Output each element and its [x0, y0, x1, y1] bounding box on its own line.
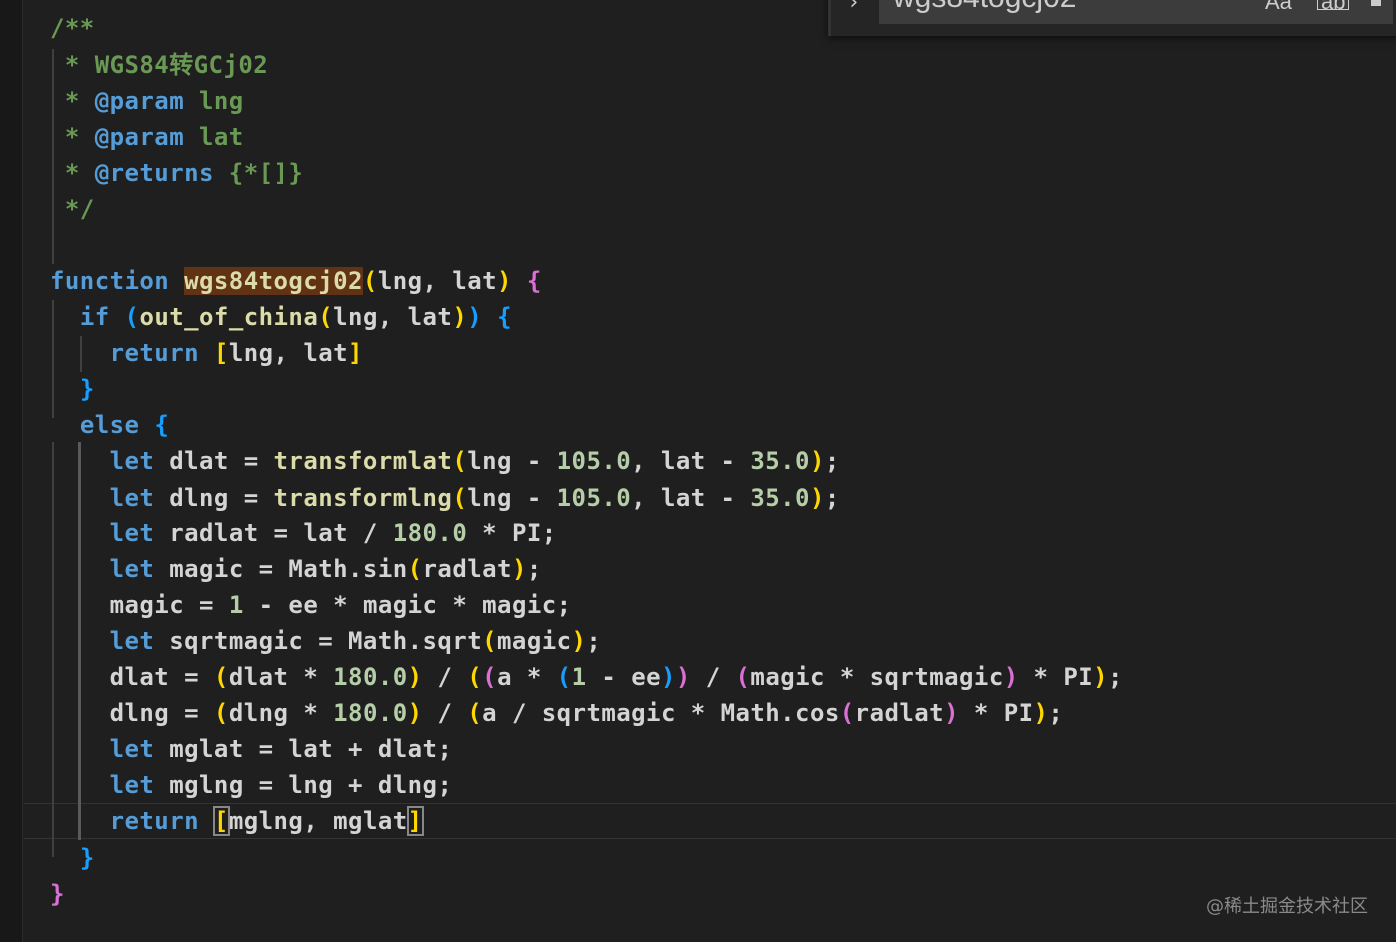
code-line-11: } — [79, 375, 95, 403]
code-line-15: let radlat = lat / 180.0 * PI; — [109, 519, 557, 547]
code-line-22: let mglng = lng + dlng; — [109, 771, 453, 799]
code-line-5: * @returns {*[]} — [50, 159, 304, 187]
code-line-24: } — [79, 844, 95, 872]
code-line-13: let dlat = transformlat(lng - 105.0, lat… — [109, 447, 840, 475]
editor-gutter — [0, 0, 22, 942]
code-line-14: let dlng = transformlng(lng - 105.0, lat… — [109, 484, 840, 512]
bracket-match-open: [ — [212, 806, 230, 836]
match-case-toggle[interactable]: Aa — [1265, 0, 1292, 13]
code-line-1: /** — [50, 14, 95, 42]
code-line-21: let mglat = lat + dlat; — [109, 735, 453, 763]
code-line-20: dlng = (dlng * 180.0) / (a / sqrtmagic *… — [109, 699, 1064, 727]
code-line-16: let magic = Math.sin(radlat); — [109, 555, 542, 583]
code-line-10: return [lng, lat] — [109, 339, 363, 367]
find-widget: › wgs84togcj02 Aa ab — [828, 0, 1396, 36]
code-line-12: else { — [79, 411, 170, 439]
gutter-divider — [22, 0, 23, 942]
code-line-3: * @param lng — [50, 87, 244, 115]
code-line-6: */ — [50, 195, 95, 223]
code-line-2: * WGS84转GCj02 — [50, 51, 269, 79]
code-line-19: dlat = (dlat * 180.0) / ((a * (1 - ee)) … — [109, 663, 1123, 691]
code-line-8: function wgs84togcj02(lng, lat) { — [50, 267, 542, 295]
code-line-18: let sqrtmagic = Math.sqrt(magic); — [109, 627, 602, 655]
watermark: @稀土掘金技术社区 — [1206, 896, 1368, 917]
code-line-25: } — [50, 880, 65, 908]
bracket-match-close: ] — [406, 806, 424, 836]
regex-toggle-icon[interactable] — [1371, 0, 1381, 6]
code-line-9: if (out_of_china(lng, lat)) { — [79, 303, 512, 331]
code-line-23: return [mglng, mglat] — [109, 806, 424, 836]
code-line-4: * @param lat — [50, 123, 244, 151]
match-whole-word-toggle[interactable]: ab — [1317, 0, 1350, 13]
code-line-17: magic = 1 - ee * magic * magic; — [109, 591, 572, 619]
chevron-right-icon[interactable]: › — [847, 0, 860, 15]
search-match-highlight: wgs84togcj02 — [184, 267, 363, 295]
find-input[interactable]: wgs84togcj02 — [879, 0, 1393, 24]
